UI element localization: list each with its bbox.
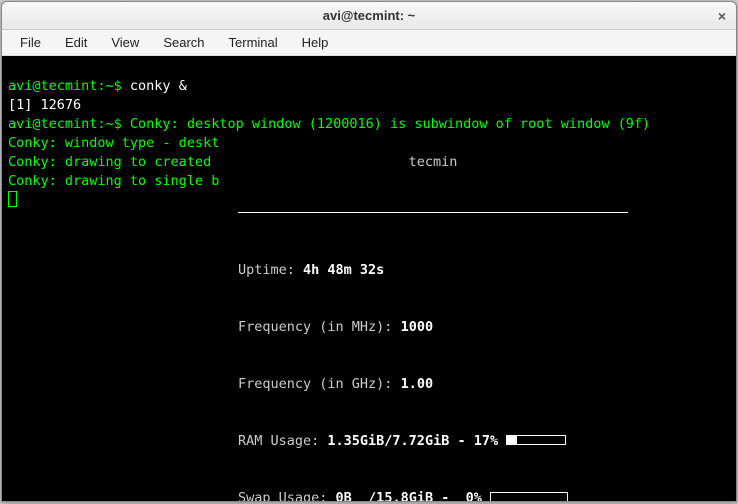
uptime-value: 4h 48m 32s bbox=[303, 262, 384, 278]
ram-label: RAM Usage: bbox=[238, 433, 327, 449]
conky-hostname: tecmin bbox=[238, 153, 628, 172]
menu-help[interactable]: Help bbox=[292, 31, 339, 54]
uptime-label: Uptime: bbox=[238, 262, 303, 278]
job-output: [1] 12676 bbox=[8, 97, 81, 113]
swap-value: 0B /15.8GiB - 0% bbox=[336, 490, 490, 501]
close-icon[interactable]: × bbox=[718, 8, 726, 24]
freq-mhz-label: Frequency (in MHz): bbox=[238, 319, 401, 335]
freq-ghz-label: Frequency (in GHz): bbox=[238, 376, 401, 392]
conky-output: Conky: window type - deskt bbox=[8, 135, 219, 151]
menu-view[interactable]: View bbox=[101, 31, 149, 54]
prompt: avi@tecmint:~$ bbox=[8, 116, 130, 132]
swap-bar bbox=[490, 492, 568, 501]
freq-ghz-value: 1.00 bbox=[401, 376, 434, 392]
terminal-window: avi@tecmint: ~ × File Edit View Search T… bbox=[1, 1, 737, 502]
ram-bar bbox=[506, 435, 566, 445]
divider bbox=[238, 212, 628, 213]
terminal-body[interactable]: avi@tecmint:~$ conky & [1] 12676 avi@tec… bbox=[2, 56, 736, 501]
menu-file[interactable]: File bbox=[10, 31, 51, 54]
menu-terminal[interactable]: Terminal bbox=[219, 31, 288, 54]
titlebar[interactable]: avi@tecmint: ~ × bbox=[2, 2, 736, 30]
menu-edit[interactable]: Edit bbox=[55, 31, 97, 54]
swap-label: Swap Usage: bbox=[238, 490, 336, 501]
menu-search[interactable]: Search bbox=[153, 31, 214, 54]
conky-output: Conky: drawing to single b bbox=[8, 173, 219, 189]
menubar: File Edit View Search Terminal Help bbox=[2, 30, 736, 56]
window-title: avi@tecmint: ~ bbox=[323, 8, 416, 23]
cursor-icon bbox=[8, 191, 17, 207]
ram-value: 1.35GiB/7.72GiB - 17% bbox=[327, 433, 506, 449]
command-input: conky & bbox=[130, 78, 187, 94]
conky-overlay: tecmin Uptime: 4h 48m 32s Frequency (in … bbox=[238, 115, 628, 501]
prompt: avi@tecmint:~$ bbox=[8, 78, 130, 94]
freq-mhz-value: 1000 bbox=[401, 319, 434, 335]
conky-output: Conky: drawing to created bbox=[8, 154, 211, 170]
